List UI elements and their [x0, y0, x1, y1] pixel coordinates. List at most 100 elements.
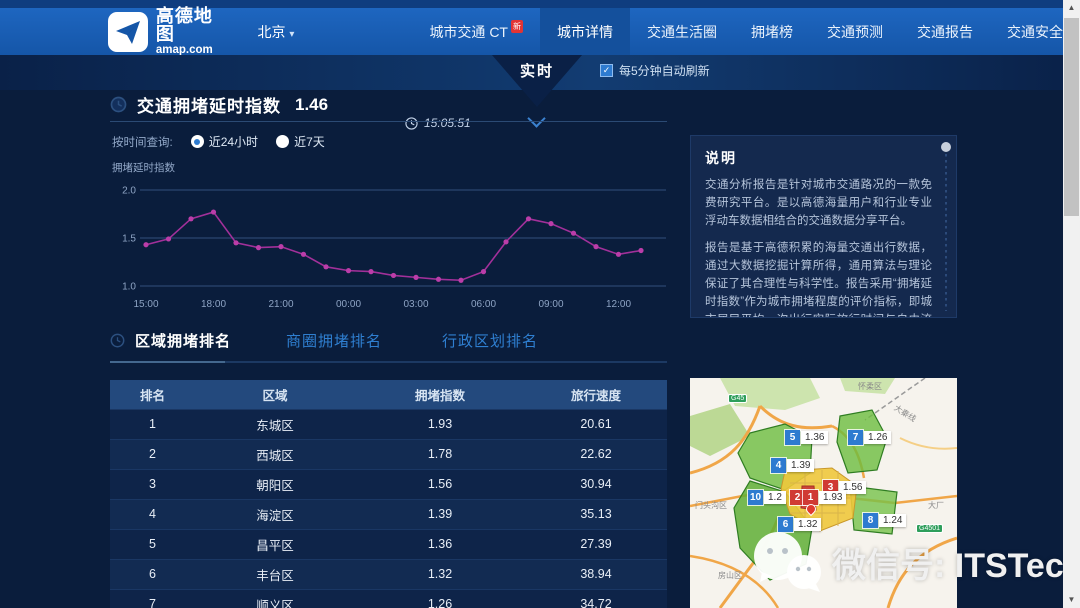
- time-text: 15:05:51: [424, 116, 471, 130]
- clock-icon: [110, 96, 127, 113]
- panel-scrollbar-track[interactable]: [945, 142, 947, 311]
- radio-last-7d[interactable]: 近7天: [276, 133, 325, 150]
- tab-business-ranking[interactable]: 商圈拥堵排名: [286, 330, 382, 351]
- col-area: 区域: [195, 380, 355, 409]
- chevron-down-icon[interactable]: [527, 109, 545, 127]
- cell-rank: 5: [110, 529, 195, 559]
- table-row: 1东城区1.9320.61: [110, 409, 667, 439]
- cell-index: 1.56: [355, 469, 525, 499]
- browser-scrollbar[interactable]: ▲ ▼: [1063, 0, 1080, 608]
- auto-refresh-toggle[interactable]: ✓ 每5分钟自动刷新: [600, 62, 710, 79]
- paper-plane-icon: [113, 17, 143, 47]
- map-rank-marker-7[interactable]: 71.26: [848, 430, 891, 445]
- marker-rank-box: 8: [863, 513, 878, 528]
- radio-icon: [276, 135, 289, 148]
- scrollbar-thumb[interactable]: [1064, 18, 1079, 216]
- map-district-label: 门头沟区: [695, 500, 727, 511]
- top-navbar: 高德地图 amap.com 北京 ▾ 城市交通 CT新城市详情交通生活圈拥堵榜交…: [0, 8, 1080, 55]
- auto-refresh-label: 每5分钟自动刷新: [619, 62, 710, 79]
- wechat-watermark: 微信号: ITSTech: [748, 530, 1080, 594]
- cell-speed: 38.94: [525, 559, 667, 589]
- chevron-down-icon: ▾: [289, 29, 294, 40]
- col-rank: 排名: [110, 380, 195, 409]
- cell-area: 海淀区: [195, 499, 355, 529]
- amap-logo[interactable]: 高德地图 amap.com: [108, 7, 232, 57]
- marker-value-label: 1.39: [787, 459, 814, 472]
- cell-index: 1.26: [355, 589, 525, 608]
- svg-text:18:00: 18:00: [201, 299, 226, 310]
- cell-speed: 30.94: [525, 469, 667, 499]
- marker-value-label: 1.36: [801, 431, 828, 444]
- active-tab-indicator: [110, 361, 225, 363]
- nav-item-5[interactable]: 交通报告: [900, 8, 990, 55]
- cell-speed: 27.39: [525, 529, 667, 559]
- cell-rank: 1: [110, 409, 195, 439]
- filter-label: 按时间查询:: [112, 134, 173, 150]
- cell-area: 西城区: [195, 439, 355, 469]
- marker-value-label: 1.24: [879, 514, 906, 527]
- clock-icon: [110, 333, 125, 348]
- city-selector[interactable]: 北京 ▾: [258, 22, 295, 42]
- svg-text:2.0: 2.0: [122, 186, 136, 197]
- svg-text:15:00: 15:00: [133, 299, 158, 310]
- radio-icon: [191, 135, 204, 148]
- panel-scrollbar-thumb[interactable]: [941, 142, 951, 152]
- cell-index: 1.39: [355, 499, 525, 529]
- cell-speed: 35.13: [525, 499, 667, 529]
- svg-text:12:00: 12:00: [606, 299, 631, 310]
- marker-value-label: 1.2: [764, 491, 786, 504]
- wechat-icon: [748, 530, 826, 594]
- checkbox-checked-icon[interactable]: ✓: [600, 64, 613, 77]
- chart-y-axis-label: 拥堵延时指数: [112, 160, 175, 175]
- cell-rank: 3: [110, 469, 195, 499]
- svg-text:03:00: 03:00: [403, 299, 428, 310]
- map-rank-marker-5[interactable]: 51.36: [785, 430, 828, 445]
- marker-rank-box: 10: [748, 490, 763, 505]
- nav-item-3[interactable]: 拥堵榜: [734, 8, 810, 55]
- amap-logo-text: 高德地图 amap.com: [156, 7, 232, 57]
- map-district-label: 大厂: [928, 500, 944, 511]
- explanation-paragraph: 报告是基于高德积累的海量交通出行数据，通过大数据挖掘计算所得，通用算法与理论保证…: [705, 240, 932, 318]
- current-time: 15:05:51: [405, 116, 471, 130]
- cell-rank: 7: [110, 589, 195, 608]
- marker-value-label: 1.93: [819, 491, 846, 504]
- marker-rank-box: 5: [785, 430, 800, 445]
- ranking-tabs: 区域拥堵排名 商圈拥堵排名 行政区划排名: [110, 330, 538, 351]
- scroll-up-icon[interactable]: ▲: [1063, 0, 1080, 16]
- delay-index-header: 交通拥堵延时指数 1.46: [110, 92, 328, 117]
- delay-index-value: 1.46: [295, 95, 328, 115]
- svg-text:21:00: 21:00: [268, 299, 293, 310]
- nav-item-0[interactable]: 城市交通 CT新: [412, 8, 540, 55]
- map-rank-marker-8[interactable]: 81.24: [863, 513, 906, 528]
- scroll-down-icon[interactable]: ▼: [1063, 592, 1080, 608]
- cell-rank: 6: [110, 559, 195, 589]
- explanation-panel: 说明 交通分析报告是针对城市交通路况的一款免费研究平台。是以高德海量用户和行业专…: [690, 135, 957, 318]
- page-title: 交通拥堵延时指数: [137, 92, 281, 117]
- map-rank-marker-10[interactable]: 101.2: [748, 490, 786, 505]
- tab-district-ranking[interactable]: 行政区划排名: [442, 330, 538, 351]
- col-index: 拥堵指数: [355, 380, 525, 409]
- cell-area: 朝阳区: [195, 469, 355, 499]
- tabs-underline: [110, 361, 667, 363]
- nav-item-1[interactable]: 城市详情: [540, 8, 630, 55]
- congestion-ranking-table: 排名 区域 拥堵指数 旅行速度 1东城区1.9320.612西城区1.7822.…: [110, 380, 667, 608]
- cell-rank: 2: [110, 439, 195, 469]
- delay-index-line-chart: 2.01.51.015:0018:0021:0000:0003:0006:000…: [110, 178, 667, 313]
- nav-item-4[interactable]: 交通预测: [810, 8, 900, 55]
- watermark-text: 微信号: ITSTech: [832, 538, 1080, 587]
- tab-realtime[interactable]: 实时: [492, 60, 582, 81]
- divider: [110, 121, 667, 122]
- marker-rank-box: 7: [848, 430, 863, 445]
- radio-last-24h[interactable]: 近24小时: [191, 133, 258, 150]
- table-row: 3朝阳区1.5630.94: [110, 469, 667, 499]
- tab-area-ranking[interactable]: 区域拥堵排名: [135, 330, 231, 351]
- col-speed: 旅行速度: [525, 380, 667, 409]
- road-badge: G45: [728, 394, 747, 403]
- cell-speed: 22.62: [525, 439, 667, 469]
- time-filter: 按时间查询: 近24小时 近7天: [112, 133, 325, 150]
- cell-index: 1.78: [355, 439, 525, 469]
- map-rank-marker-4[interactable]: 41.39: [771, 458, 814, 473]
- cell-index: 1.93: [355, 409, 525, 439]
- nav-item-2[interactable]: 交通生活圈: [630, 8, 734, 55]
- table-row: 7顺义区1.2634.72: [110, 589, 667, 608]
